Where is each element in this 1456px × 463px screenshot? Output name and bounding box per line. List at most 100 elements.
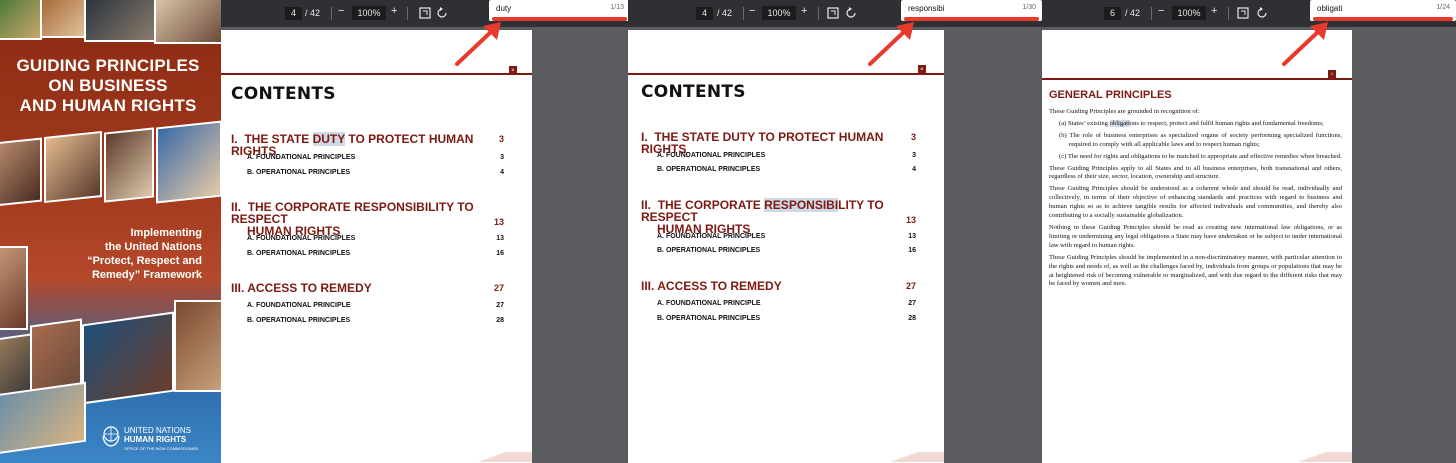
toc-page-number: 27 [493,283,504,293]
un-logo-text: UNITED NATIONS HUMAN RIGHTS OFFICE OF TH… [124,426,198,453]
toc-page-number: 28 [908,315,916,322]
toc-section-roman: III. [641,279,655,293]
toc-section[interactable]: II. THE CORPORATE RESPONSIBILITY TO RESP… [231,201,504,237]
toc-section[interactable]: III. ACCESS TO REMEDY 27 [231,282,504,294]
toc-subsection[interactable]: A. FOUNDATIONAL PRINCIPLES 13 [657,232,916,241]
toc-page-number: 4 [500,169,504,176]
toc-subsection-label: B. OPERATIONAL PRINCIPLES [247,250,351,257]
zoom-out-button[interactable]: − [1158,6,1164,17]
cover-photo [82,311,174,405]
list-item: (c) The need for rights and obligations … [1053,153,1342,162]
find-match-count: 1/13 [610,4,624,11]
find-match-count: 1/30 [1022,4,1036,11]
fit-page-icon[interactable] [826,6,840,20]
pdf-viewer: 4 / 42 − 100% + duty 1/13 iii CONTENTS I… [221,0,628,463]
toc-page-number: 27 [908,300,916,307]
list-marker: (b) [1059,131,1067,139]
toc-subsection-label: B. OPERATIONAL PRINCIPLES [247,317,351,324]
page-number-input[interactable]: 4 [696,7,713,20]
list-text: ons to respect, protect and fulfil human… [1129,119,1324,127]
toc-subsection[interactable]: B. OPERATIONAL PRINCIPLES 28 [247,316,504,325]
toc-subsection[interactable]: A. FOUNDATIONAL PRINCIPLE 27 [247,301,504,310]
find-query[interactable]: obligati [1317,4,1342,13]
toc-subsection[interactable]: A. FOUNDATIONAL PRINCIPLES 13 [247,234,504,243]
toolbar-divider [331,7,332,20]
toc-subsection[interactable]: B. OPERATIONAL PRINCIPLES 28 [657,314,916,323]
cover-photo [40,0,86,38]
body-paragraph: These Guiding Principles should be imple… [1049,253,1342,288]
toc-subsection[interactable]: A. FOUNDATIONAL PRINCIPLES 3 [247,153,504,162]
zoom-out-button[interactable]: − [338,6,344,17]
un-logo-line: UNITED NATIONS [124,426,191,435]
toc-page-number: 27 [905,281,916,291]
toc-section-title: THE CORPORATE RESPONSIBILITY TO RESPECT [231,200,474,226]
cover-title: GUIDING PRINCIPLES ON BUSINESS AND HUMAN… [8,56,208,116]
toc-subsection[interactable]: B. OPERATIONAL PRINCIPLES 4 [247,168,504,177]
cover-photo [0,0,42,40]
find-query[interactable]: responsibi [908,4,944,13]
list-text: The role of business enterprises as spec… [1069,131,1342,148]
page-number-input[interactable]: 4 [285,7,302,20]
zoom-in-button[interactable]: + [1211,6,1217,17]
body-paragraph: These Guiding Principles apply to all St… [1049,164,1342,181]
toc-subsection[interactable]: B. OPERATIONAL PRINCIPLES 4 [657,165,916,174]
list-text: States’ existing [1067,119,1110,127]
page-top-rule [628,73,944,75]
list-item: (b) The role of business enterprises as … [1053,132,1342,150]
rotate-icon[interactable] [435,6,449,20]
toc-subsection-label: B. OPERATIONAL PRINCIPLES [657,166,761,173]
fit-page-icon[interactable] [1236,6,1250,20]
zoom-in-button[interactable]: + [391,6,397,17]
toc-section[interactable]: II. THE CORPORATE RESPONSIBILITY TO RESP… [641,198,916,235]
un-emblem-icon [102,426,120,447]
cover-title-line: ON BUSINESS [48,76,168,95]
toc-subsection[interactable]: B. OPERATIONAL PRINCIPLES 16 [657,246,916,255]
toc-subsection-label: A. FOUNDATIONAL PRINCIPLES [657,152,766,159]
rotate-icon[interactable] [1255,6,1269,20]
toolbar-divider [1228,7,1229,20]
page-total: / 42 [717,8,733,18]
toc-subsection[interactable]: A. FOUNDATIONAL PRINCIPLES 3 [657,151,916,160]
cover-title-line: AND HUMAN RIGHTS [19,96,197,115]
toc-page-number: 13 [493,217,504,227]
body-paragraph: These Guiding Principles should be under… [1049,185,1342,220]
red-arrow-icon [1282,22,1328,66]
un-logo-line: HUMAN RIGHTS [124,435,187,444]
cover-photo [154,0,221,44]
cover-photo [0,137,42,207]
toc-page-number: 13 [905,215,916,225]
toc-page-number: 4 [912,166,916,173]
toc-page-number: 13 [496,235,504,242]
pdf-page: iii CONTENTS I. THE STATE DUTY TO PROTEC… [628,30,944,463]
toc-subsection-label: A. FOUNDATIONAL PRINCIPLES [657,233,766,240]
toc-subsection-label: A. FOUNDATIONAL PRINCIPLE [247,302,351,309]
search-highlight: RESPONSIBI [764,198,839,212]
find-active-bar [492,17,627,21]
toc-section-title: ACCESS TO REMEDY [247,281,372,295]
toc-page-number: 27 [496,302,504,309]
cover-subtitle: Implementing the United Nations “Protect… [40,226,202,282]
rotate-icon[interactable] [844,6,858,20]
page-number-input[interactable]: 6 [1104,7,1121,20]
zoom-level-input[interactable]: 100% [1172,6,1206,20]
pdf-page: 1 GENERAL PRINCIPLES These Guiding Princ… [1042,30,1352,463]
zoom-out-button[interactable]: − [749,6,755,17]
cover-subtitle-line: the United Nations [104,241,202,253]
fit-page-icon[interactable] [418,6,432,20]
toc-page-number: 3 [500,154,504,161]
find-query[interactable]: duty [496,4,511,13]
toc-section[interactable]: III. ACCESS TO REMEDY 27 [641,280,916,292]
zoom-level-input[interactable]: 100% [352,6,386,20]
un-logo-line: OFFICE OF THE HIGH COMMISSIONER [124,446,199,451]
toc-page-number: 3 [912,152,916,159]
cover-subtitle-line: Implementing [130,227,202,239]
toc-subsection[interactable]: B. OPERATIONAL PRINCIPLES 16 [247,249,504,258]
list-marker: (a) [1059,119,1067,127]
zoom-level-input[interactable]: 100% [762,6,796,20]
cover-title-line: GUIDING PRINCIPLES [16,56,200,75]
page-total: / 42 [1125,8,1141,18]
zoom-in-button[interactable]: + [801,6,807,17]
toolbar-divider [1151,7,1152,20]
pdf-viewer: 4 / 42 − 100% + responsibi 1/30 iii CONT… [628,0,1042,463]
toc-subsection[interactable]: A. FOUNDATIONAL PRINCIPLE 27 [657,299,916,308]
